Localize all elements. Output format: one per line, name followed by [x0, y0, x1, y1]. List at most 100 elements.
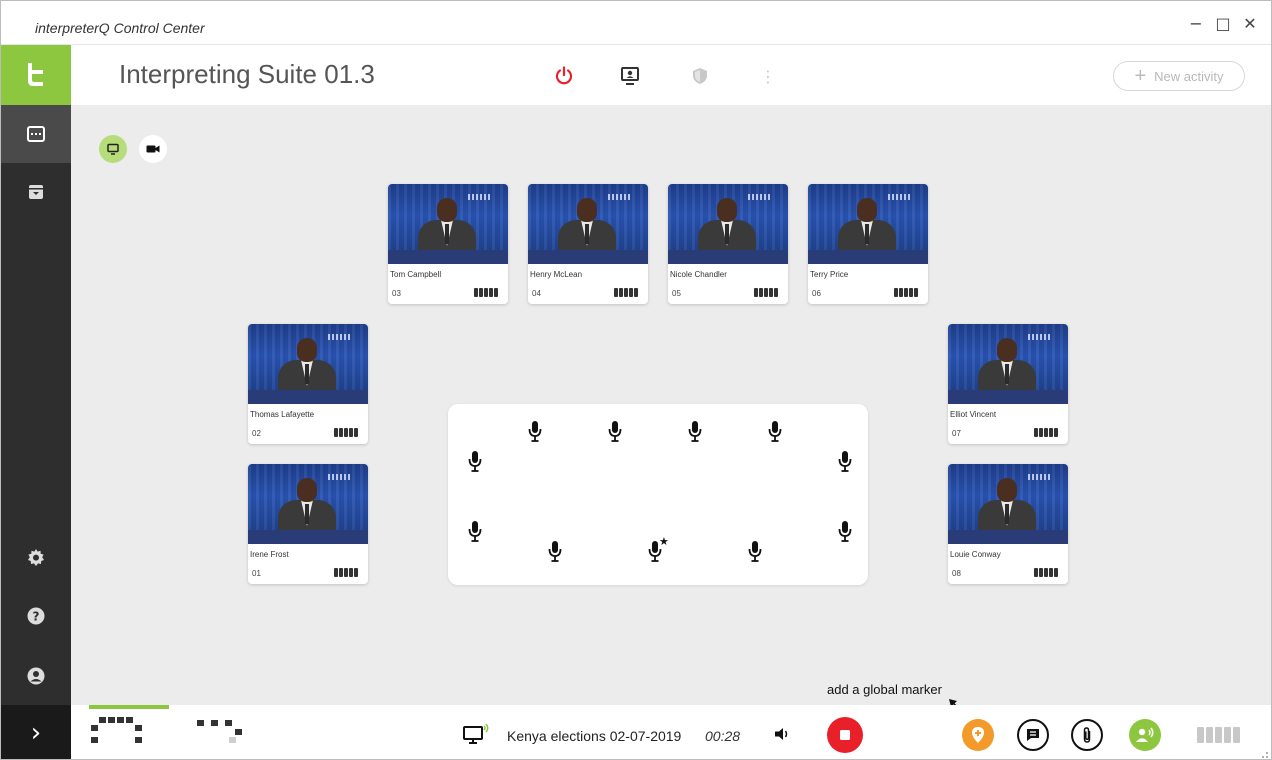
participant-card[interactable]: Thomas Lafayette 02: [248, 324, 368, 444]
screen-share-icon: [621, 67, 639, 85]
participant-card[interactable]: Tom Campbell 03: [388, 184, 508, 304]
audio-level-meter: [894, 288, 918, 297]
seat-marker: [91, 737, 98, 743]
window-title: interpreterQ Control Center: [35, 20, 205, 36]
participant-number: 04: [532, 289, 541, 298]
microphone-icon[interactable]: [467, 520, 483, 544]
participant-number: 03: [392, 289, 401, 298]
participant-name: Thomas Lafayette: [250, 410, 315, 419]
microphone-icon[interactable]: [747, 540, 763, 564]
interpreter-speaking-button[interactable]: [1129, 719, 1161, 751]
logo-icon: [28, 63, 43, 86]
close-button[interactable]: ✕: [1239, 13, 1261, 35]
monitor-icon: [107, 143, 119, 155]
participant-card[interactable]: Irene Frost 01: [248, 464, 368, 584]
sidebar-item-console[interactable]: [1, 105, 71, 163]
seat-marker: [91, 725, 98, 731]
sidebar: ? ›: [1, 45, 71, 759]
participant-card[interactable]: Terry Price 06: [808, 184, 928, 304]
title-bar: interpreterQ Control Center − □ ✕: [1, 1, 1271, 45]
stream-status-button[interactable]: [463, 721, 491, 745]
participant-video: [248, 324, 368, 404]
header: Interpreting Suite 01.3 ⋮ + New activity: [71, 45, 1271, 105]
user-icon: [27, 667, 45, 685]
microphone-icon[interactable]: [837, 450, 853, 474]
conference-table: ★: [448, 404, 868, 585]
layout-tab-u-shape[interactable]: [89, 713, 169, 759]
app-window: interpreterQ Control Center − □ ✕ ? › In…: [0, 0, 1272, 760]
stop-icon: [840, 730, 850, 740]
screen-view-toggle[interactable]: [99, 135, 127, 163]
stop-recording-button[interactable]: [827, 717, 863, 753]
seat-marker: [99, 717, 106, 723]
participant-card[interactable]: Louie Conway 08: [948, 464, 1068, 584]
attachments-button[interactable]: [1071, 719, 1103, 751]
audio-level-meter: [334, 428, 358, 437]
microphone-icon[interactable]: [467, 450, 483, 474]
annotation-label: add a global marker: [827, 682, 942, 697]
sidebar-item-account[interactable]: [1, 647, 71, 705]
layout-tab-active-indicator: [89, 705, 169, 709]
elapsed-timer: 00:28: [705, 728, 741, 744]
more-options-button[interactable]: ⋮: [757, 65, 779, 87]
help-icon: ?: [27, 607, 45, 625]
archive-icon: [29, 185, 43, 199]
participant-card[interactable]: Henry McLean 04: [528, 184, 648, 304]
seat-marker: [108, 717, 115, 723]
layout-tab-rows[interactable]: [189, 713, 269, 759]
marker-pin-icon: [972, 727, 984, 743]
speaker-icon: [775, 728, 788, 740]
sidebar-item-help[interactable]: ?: [1, 587, 71, 645]
seat-marker: [135, 725, 142, 731]
broadcast-monitor-icon: [463, 723, 489, 744]
maximize-button[interactable]: □: [1212, 13, 1234, 35]
seat-marker: [225, 720, 232, 726]
sidebar-item-settings[interactable]: [1, 529, 71, 587]
participant-number: 01: [252, 569, 261, 578]
microphone-icon[interactable]: [607, 420, 623, 444]
participant-card[interactable]: Elliot Vincent 07: [948, 324, 1068, 444]
footer-bar: Kenya elections 02-07-2019 00:28: [71, 705, 1271, 759]
chat-icon: [1027, 729, 1039, 741]
participant-video: [948, 324, 1068, 404]
audio-level-meter: [754, 288, 778, 297]
event-title: Kenya elections 02-07-2019: [507, 728, 682, 744]
seat-marker: [211, 720, 218, 726]
participant-video: [248, 464, 368, 544]
participant-video: [668, 184, 788, 264]
microphone-icon[interactable]: [767, 420, 783, 444]
video-view-toggle[interactable]: [139, 135, 167, 163]
volume-button[interactable]: [773, 726, 791, 742]
participant-card[interactable]: Nicole Chandler 05: [668, 184, 788, 304]
participant-video: [388, 184, 508, 264]
sidebar-expand-button[interactable]: ›: [1, 705, 71, 759]
audio-level-meter: [474, 288, 498, 297]
audio-level-meter: [1034, 428, 1058, 437]
speaking-user-icon: [1136, 727, 1154, 742]
shield-icon: [693, 68, 707, 84]
new-activity-label: New activity: [1154, 68, 1224, 84]
resize-grip-icon[interactable]: [1259, 749, 1269, 759]
output-level-meter: [1197, 727, 1240, 743]
chat-button[interactable]: [1017, 719, 1049, 751]
chair-star-icon: ★: [659, 535, 669, 548]
presentation-button[interactable]: [619, 65, 641, 87]
microphone-icon[interactable]: [837, 520, 853, 544]
participant-name: Terry Price: [810, 270, 849, 279]
microphone-icon[interactable]: [687, 420, 703, 444]
app-logo[interactable]: [1, 45, 71, 105]
new-activity-button[interactable]: + New activity: [1113, 61, 1245, 91]
sidebar-item-archive[interactable]: [1, 163, 71, 221]
minimize-button[interactable]: −: [1185, 13, 1207, 35]
microphone-icon[interactable]: [547, 540, 563, 564]
video-camera-icon: [146, 145, 160, 153]
security-button[interactable]: [689, 65, 711, 87]
paperclip-icon: [1083, 727, 1091, 743]
plus-icon: +: [1134, 65, 1147, 87]
participant-video: [528, 184, 648, 264]
audio-level-meter: [1034, 568, 1058, 577]
participant-number: 02: [252, 429, 261, 438]
add-global-marker-button[interactable]: [962, 719, 994, 751]
microphone-icon[interactable]: [527, 420, 543, 444]
power-button[interactable]: [553, 65, 575, 87]
